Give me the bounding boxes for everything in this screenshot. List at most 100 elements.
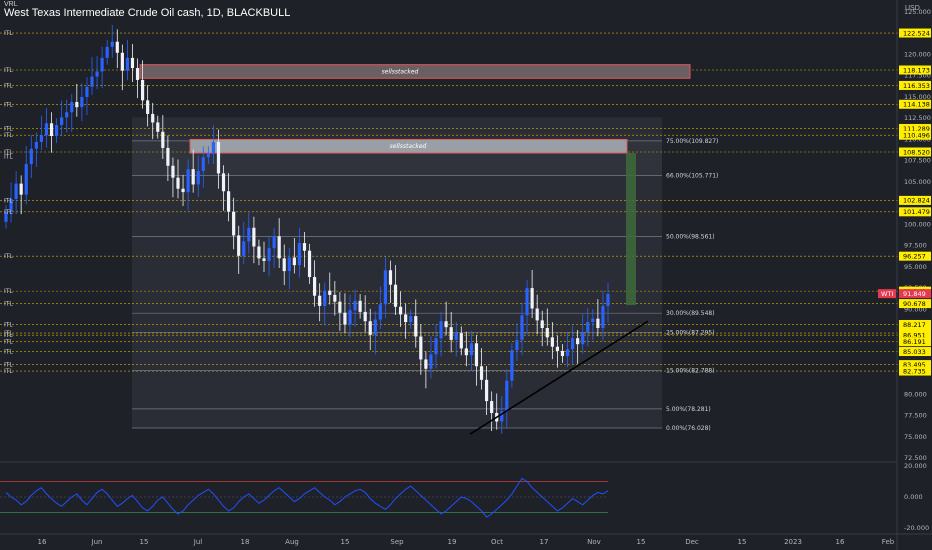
fib-label-2: 50.00%(98.561): [666, 234, 715, 241]
price-tick-2: 120.000: [904, 50, 931, 58]
level-tag-11: 90.678: [899, 299, 931, 309]
level-tag-text: 122.524: [903, 29, 930, 37]
price-tick-19: 77.500: [904, 412, 927, 420]
itl-label-18: ITL: [4, 368, 13, 375]
itl-label-1: ITL: [4, 67, 13, 74]
candle-body: [464, 348, 468, 356]
candle-body: [201, 157, 205, 171]
time-tick-13: Dec: [685, 538, 699, 546]
candle-body: [398, 306, 403, 315]
level-tag-2: 116.353: [899, 80, 931, 90]
fib-label-6: 5.00%(78.281): [666, 406, 711, 413]
candle-body: [565, 349, 570, 357]
candle-body: [146, 100, 150, 114]
level-tag-text: 116.353: [903, 82, 930, 90]
candle-body: [272, 236, 276, 249]
candle-body: [221, 173, 226, 192]
candle-body: [550, 337, 554, 347]
candle-body: [591, 318, 595, 323]
candle-body: [409, 316, 413, 323]
candle-body: [434, 338, 438, 355]
chart-area[interactable]: 75.00%(109.827) 66.00%(105.771) 50.00%(98.…: [0, 0, 932, 550]
candle-body: [525, 288, 529, 316]
candle-body: [226, 191, 231, 212]
target-projection: [626, 153, 636, 306]
left-labels-layer: ITL ITL ITL ITL ITL ITL ITL ITL ITL ITL ITL ITL ITL I…: [4, 30, 13, 375]
level-tag-3: 114.138: [899, 99, 931, 109]
candle-body: [388, 270, 393, 285]
candle-body: [130, 57, 135, 69]
symbol-title[interactable]: West Texas Intermediate Crude Oil cash, …: [4, 7, 290, 19]
itl-label-3: ITL: [4, 101, 13, 108]
current-symbol-text: WTI: [881, 290, 893, 298]
level-tag-text: 118.173: [903, 66, 930, 74]
candle-body: [328, 290, 332, 295]
candle-body: [247, 227, 251, 242]
candle-body: [338, 301, 342, 313]
candle-body: [252, 227, 256, 247]
candle-body: [277, 236, 281, 259]
candle-body: [368, 321, 372, 335]
price-tick-18: 80.000: [904, 390, 927, 398]
level-tag-text: 82.735: [903, 367, 926, 375]
itl-label-2: ITL: [4, 82, 13, 89]
time-tick-14: 15: [738, 538, 747, 546]
level-tag-text: 114.138: [903, 101, 930, 109]
candle-body: [540, 320, 544, 329]
candle-body: [419, 336, 423, 360]
candle-body: [581, 332, 585, 345]
candle-body: [302, 243, 307, 251]
candle-body: [474, 343, 479, 367]
time-tick-17: Feb: [882, 538, 895, 546]
itl-label-19: ITL: [4, 153, 13, 160]
level-tag-9: 96.257: [899, 251, 931, 261]
candle-body: [176, 177, 180, 189]
candle-body: [459, 333, 463, 349]
candle-body: [606, 294, 610, 306]
rsi-tick-0: 20.000: [904, 462, 927, 470]
time-tick-5: Aug: [285, 538, 299, 546]
candle-body: [151, 113, 155, 123]
rsi-tick-2: -20.000: [904, 524, 929, 532]
level-tag-text: 101.479: [903, 208, 930, 216]
candle-body: [560, 350, 565, 357]
candle-body: [125, 57, 130, 71]
itl-label-16: ITL: [4, 349, 13, 356]
candle-body: [287, 257, 291, 272]
itl-label-15: ITL: [4, 339, 13, 346]
candle-body: [318, 295, 322, 306]
candle-body: [29, 148, 33, 165]
candle-body: [171, 165, 175, 178]
candle-body: [90, 76, 94, 87]
candle-body: [60, 117, 64, 125]
candle-body: [545, 328, 549, 338]
candle-body: [292, 257, 296, 266]
level-tag-12: 88.217: [899, 319, 931, 329]
level-tag-18: 82.735: [899, 366, 931, 376]
itl-label-5: ITL: [4, 132, 13, 139]
currency-label: USD: [905, 5, 920, 12]
candle-body: [353, 300, 357, 311]
supply-zone-lower: sellsstacked: [189, 138, 628, 154]
current-price-tag: WTI 91.849: [878, 289, 931, 299]
candle-body: [469, 343, 474, 356]
time-tick-8: 19: [448, 538, 457, 546]
itl-label-7: ITL: [4, 197, 13, 204]
price-tick-10: 100.000: [904, 220, 931, 228]
candle-body: [596, 318, 600, 329]
candle-body: [297, 243, 302, 266]
candle-body: [44, 123, 49, 136]
fib-label-3: 30.00%(89.548): [666, 310, 715, 317]
itl-label-10: ITL: [4, 288, 13, 295]
candle-body: [312, 277, 317, 296]
time-tick-16: 16: [836, 538, 845, 546]
time-tick-10: 17: [540, 538, 549, 546]
candle-body: [479, 366, 484, 380]
candle-body: [161, 131, 165, 148]
candle-body: [429, 354, 433, 369]
candle-body: [85, 86, 89, 97]
fib-label-5: 15.00%(82.788): [666, 368, 715, 375]
candle-body: [490, 401, 494, 413]
candle-body: [358, 300, 362, 312]
price-tick-5: 112.500: [904, 114, 931, 122]
